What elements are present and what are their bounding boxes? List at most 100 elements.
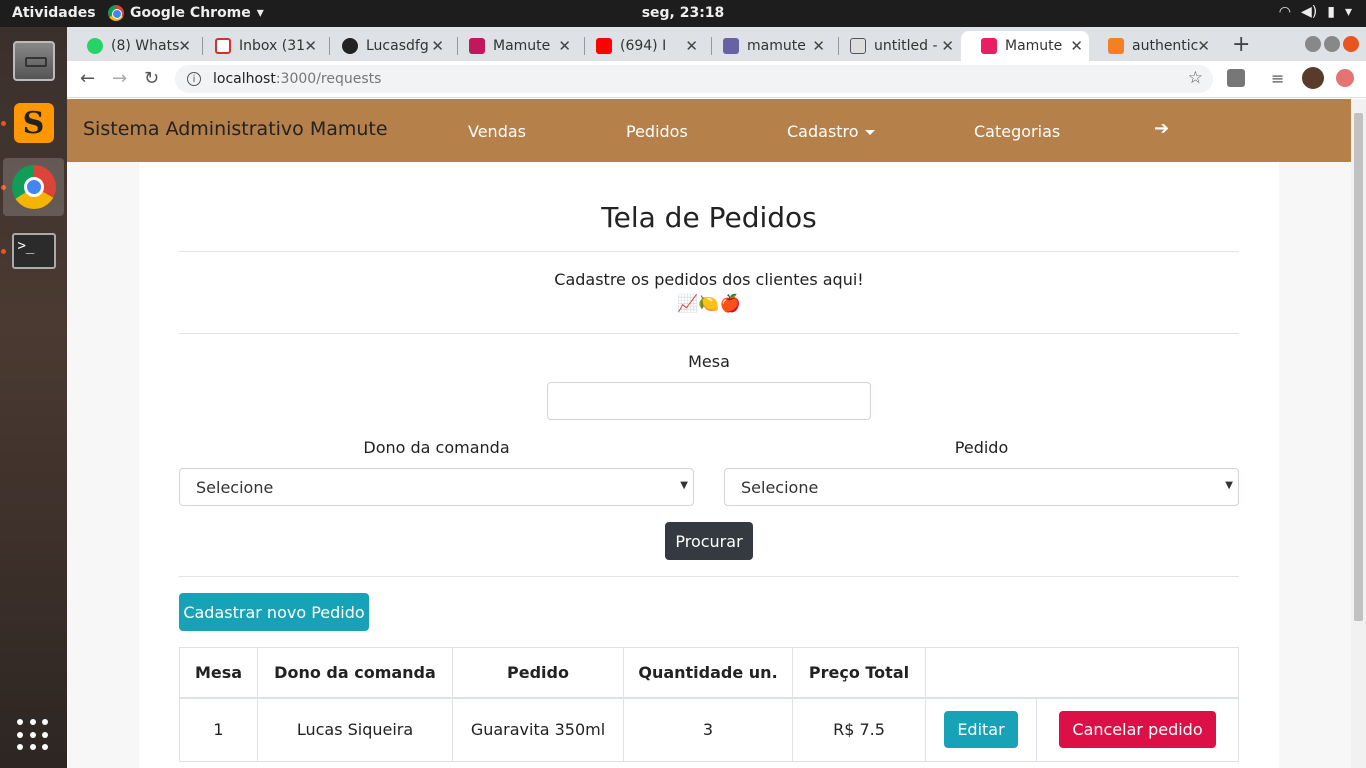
info-icon[interactable]: i: [187, 72, 201, 86]
chevron-down-icon: ▾: [1344, 4, 1352, 20]
browser-tab[interactable]: mamute ✕: [703, 31, 831, 61]
app-menu-label: Google Chrome: [130, 5, 251, 21]
page-scrollbar[interactable]: [1351, 99, 1366, 768]
owner-select[interactable]: Selecione ▼: [179, 468, 694, 506]
browser-tab[interactable]: Mamute ✕: [449, 31, 577, 61]
browser-tab[interactable]: untitled - ✕: [830, 31, 960, 61]
extension-icon[interactable]: [1227, 69, 1245, 87]
cell-cancel: Cancelar pedido: [1036, 697, 1239, 762]
system-top-bar: Atividades Google Chrome ▾ seg, 23:18 ◠ …: [0, 0, 1366, 27]
cell-mesa: 1: [179, 697, 258, 762]
activities-button[interactable]: Atividades: [12, 5, 96, 21]
cell-owner: Lucas Siqueira: [257, 697, 453, 762]
cancel-order-button[interactable]: Cancelar pedido: [1059, 711, 1216, 749]
browser-tab[interactable]: Lucasdfg ✕: [322, 31, 450, 61]
divider: [179, 333, 1239, 334]
order-select[interactable]: Selecione ▼: [724, 468, 1239, 506]
wifi-icon: ◠: [1278, 4, 1292, 20]
browser-tab[interactable]: authentic ✕: [1088, 31, 1216, 61]
chevron-down-icon: ▼: [1225, 480, 1233, 491]
site-navbar: Sistema Administrativo Mamute Vendas Ped…: [67, 99, 1351, 162]
terminal-icon: >_: [11, 233, 56, 269]
browser-tab-active[interactable]: Mamute ✕: [961, 31, 1089, 61]
column-header: Pedido: [452, 647, 624, 699]
dock-chrome[interactable]: [3, 158, 64, 216]
forward-arrow-icon[interactable]: →: [112, 68, 127, 89]
close-tab-icon[interactable]: ✕: [941, 37, 954, 55]
close-tab-icon[interactable]: ✕: [685, 37, 698, 55]
dock-terminal[interactable]: >_: [3, 222, 64, 280]
order-label: Pedido: [954, 438, 1009, 457]
show-applications-icon[interactable]: [17, 719, 49, 751]
cell-total: R$ 7.5: [792, 697, 926, 762]
cell-edit: Editar: [925, 697, 1037, 762]
page-viewport: Sistema Administrativo Mamute Vendas Ped…: [67, 99, 1351, 768]
close-tab-icon[interactable]: ✕: [1070, 37, 1083, 55]
mesa-label: Mesa: [688, 352, 730, 371]
nav-link-vendas[interactable]: Vendas: [468, 122, 526, 141]
avatar[interactable]: [1302, 67, 1324, 89]
files-icon: [12, 41, 55, 81]
address-bar[interactable]: i localhost:3000/requests ☆: [175, 65, 1213, 93]
dock: S >_: [0, 27, 67, 768]
close-tab-icon[interactable]: ✕: [431, 37, 444, 55]
media-control-icon[interactable]: ≡: [1271, 69, 1289, 88]
scrollbar-thumb[interactable]: [1354, 113, 1363, 621]
search-button[interactable]: Procurar: [665, 522, 753, 560]
close-tab-icon[interactable]: ✕: [1197, 37, 1210, 55]
close-tab-icon[interactable]: ✕: [558, 37, 571, 55]
edit-button[interactable]: Editar: [944, 711, 1018, 749]
whatsapp-icon: [87, 38, 103, 54]
dock-sublime-text[interactable]: S: [3, 94, 64, 152]
browser-tab[interactable]: Inbox (31 ✕: [195, 31, 323, 61]
caret-down-icon: [864, 130, 875, 135]
close-window-button[interactable]: [1343, 36, 1359, 52]
app-menu[interactable]: Google Chrome ▾: [108, 5, 264, 21]
url-path: :3000/requests: [275, 71, 382, 87]
new-order-button[interactable]: Cadastrar novo Pedido: [179, 593, 369, 631]
chrome-window: (8) Whats ✕ Inbox (31 ✕ Lucasdfg ✕ Mamut…: [67, 27, 1366, 768]
document-icon: [850, 38, 866, 54]
browser-tab[interactable]: (694) I ✕: [576, 31, 704, 61]
mesa-input[interactable]: [547, 382, 871, 420]
column-header: Preço Total: [792, 647, 926, 699]
table-header-row: Mesa Dono da comanda Pedido Quantidade u…: [179, 647, 1239, 699]
nav-dropdown-cadastro[interactable]: Cadastro: [787, 122, 875, 141]
owner-label: Dono da comanda: [363, 438, 510, 457]
chrome-icon: [11, 165, 56, 209]
column-header: Dono da comanda: [257, 647, 453, 699]
bookmark-star-icon[interactable]: ☆: [1188, 68, 1203, 88]
column-header: Mesa: [179, 647, 258, 699]
close-tab-icon[interactable]: ✕: [812, 37, 825, 55]
battery-icon: ▮: [1327, 4, 1335, 20]
navbar-brand[interactable]: Sistema Administrativo Mamute: [83, 118, 388, 140]
browser-toolbar: ← → ↻ i localhost:3000/requests ☆ ≡: [67, 61, 1366, 98]
url-host: localhost: [213, 71, 276, 87]
cell-order: Guaravita 350ml: [452, 697, 624, 762]
column-header: Quantidade un.: [623, 647, 793, 699]
nav-dropdown-label: Cadastro: [787, 122, 859, 141]
nav-link-pedidos[interactable]: Pedidos: [626, 122, 688, 141]
close-tab-icon[interactable]: ✕: [178, 37, 191, 55]
minimize-button[interactable]: [1305, 36, 1321, 52]
browser-tab[interactable]: (8) Whats ✕: [67, 31, 197, 61]
new-tab-button[interactable]: +: [1232, 32, 1250, 57]
maximize-button[interactable]: [1324, 36, 1340, 52]
page-title: Tela de Pedidos: [601, 201, 817, 234]
close-tab-icon[interactable]: ✕: [304, 37, 317, 55]
divider: [179, 576, 1239, 577]
gmail-icon: [215, 38, 231, 54]
mamute-icon: [469, 38, 485, 54]
back-arrow-icon[interactable]: ←: [80, 68, 95, 89]
system-tray[interactable]: ◠ ◀) ▮ ▾: [1279, 4, 1352, 20]
reload-icon[interactable]: ↻: [144, 68, 159, 89]
stackoverflow-icon: [1108, 38, 1124, 54]
main-card: Tela de Pedidos Cadastre os pedidos dos …: [139, 162, 1279, 768]
divider: [179, 251, 1239, 252]
logout-arrow-icon[interactable]: ➔: [1154, 118, 1169, 139]
update-icon[interactable]: [1336, 69, 1354, 87]
youtube-icon: [596, 38, 612, 54]
nav-link-categorias[interactable]: Categorias: [974, 122, 1060, 141]
dock-files[interactable]: [3, 32, 64, 90]
owner-select-value: Selecione: [196, 477, 274, 497]
